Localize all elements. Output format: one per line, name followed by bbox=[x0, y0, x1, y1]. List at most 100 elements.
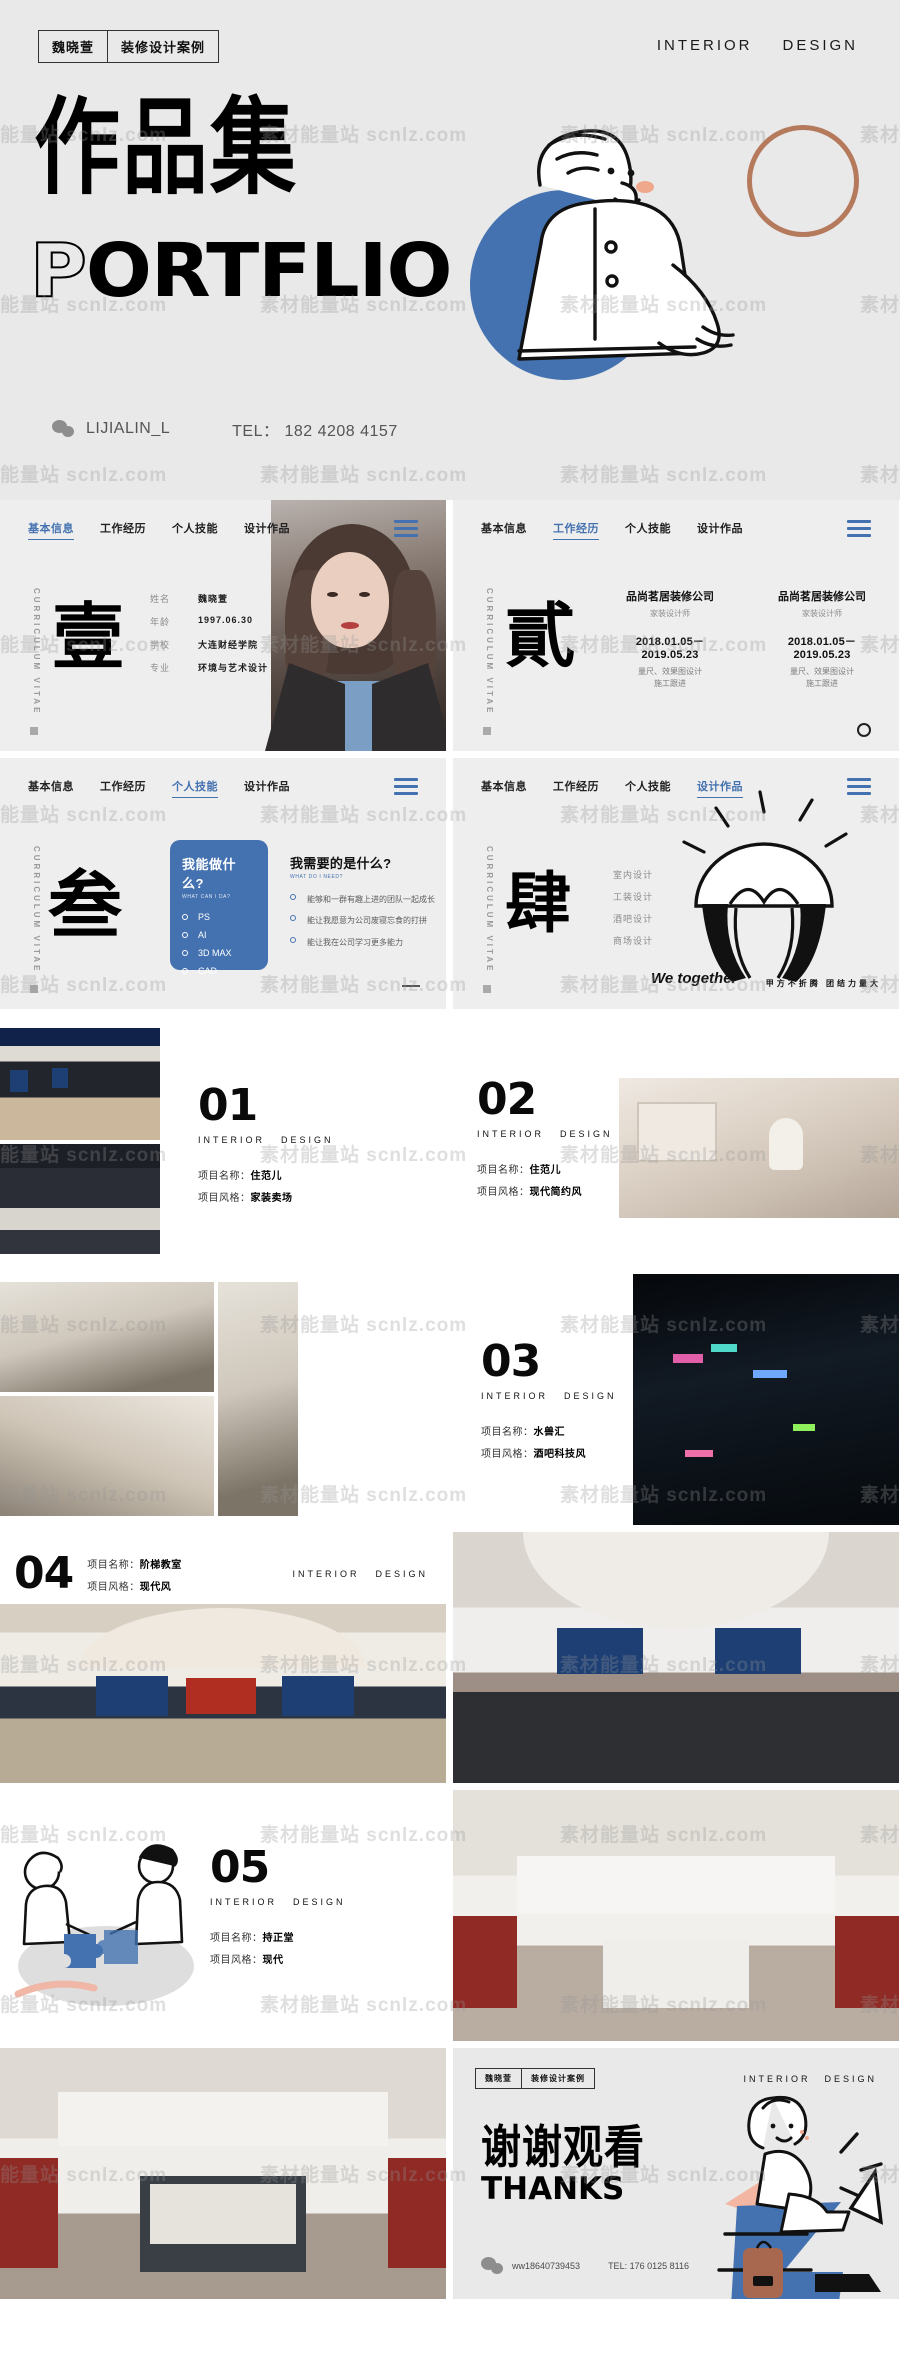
project-number: 03 bbox=[481, 1336, 541, 1387]
slide-basic-info: 基本信息 工作经历 个人技能 设计作品 CURRICULUM VITAE 壹 姓… bbox=[0, 500, 446, 751]
list-item: 能让我愿意为公司废寝忘食的打拼 bbox=[290, 915, 435, 927]
slide-work-experience: 基本信息 工作经历 个人技能 设计作品 CURRICULUM VITAE 貳 品… bbox=[453, 500, 899, 751]
thanks-badge: 魏晓萱 装修设计案例 bbox=[475, 2068, 595, 2089]
nav-item-work[interactable]: 工作经历 bbox=[100, 778, 146, 798]
project-image-9 bbox=[453, 1532, 899, 1783]
nav-item-works[interactable]: 设计作品 bbox=[244, 520, 290, 540]
project-image-2 bbox=[0, 1144, 160, 1254]
wechat-icon bbox=[52, 420, 76, 438]
nav-item-skills[interactable]: 个人技能 bbox=[625, 520, 671, 540]
label-design: DESIGN bbox=[375, 1569, 428, 1579]
project-image-7 bbox=[633, 1274, 899, 1525]
label-interior: INTERIOR bbox=[292, 1569, 360, 1579]
slide-row-6: 05 INTERIOR DESIGN 项目名称：持正堂 项目风格：现代 bbox=[0, 1790, 900, 2048]
hamburger-menu-icon[interactable] bbox=[847, 778, 871, 799]
nav-item-basic-info[interactable]: 基本信息 bbox=[481, 778, 527, 798]
slide-row-1: 基本信息 工作经历 个人技能 设计作品 CURRICULUM VITAE 壹 姓… bbox=[0, 500, 900, 758]
project-image-5 bbox=[0, 1396, 214, 1516]
bullet-icon bbox=[182, 932, 188, 938]
hero-identity: INTERIOR DESIGN bbox=[657, 37, 858, 54]
bullet-icon bbox=[290, 915, 296, 922]
hamburger-menu-icon[interactable] bbox=[394, 520, 418, 541]
slide-skills: 基本信息 工作经历 个人技能 设计作品 CURRICULUM VITAE 叁 我… bbox=[0, 758, 446, 1009]
nav-item-skills[interactable]: 个人技能 bbox=[625, 778, 671, 798]
job-role: 家装设计师 bbox=[802, 609, 842, 618]
nav-item-basic-info[interactable]: 基本信息 bbox=[28, 520, 74, 540]
circle-marker bbox=[857, 723, 871, 737]
slide-nav-basic: 基本信息 工作经历 个人技能 设计作品 bbox=[28, 520, 290, 540]
slide-row-7: 魏晓萱 装修设计案例 INTERIOR DESIGN 谢谢观看 THANKS w… bbox=[0, 2048, 900, 2306]
project-number: 02 bbox=[477, 1074, 537, 1125]
nav-item-works[interactable]: 设计作品 bbox=[244, 778, 290, 798]
list-item: 能够和一群有趣上进的团队一起成长 bbox=[290, 894, 435, 906]
slide-row-2: 基本信息 工作经历 个人技能 设计作品 CURRICULUM VITAE 叁 我… bbox=[0, 758, 900, 1016]
project-image-10 bbox=[453, 1790, 899, 2041]
teamwork-puzzle-illustration bbox=[14, 1844, 194, 2006]
nav-item-work[interactable]: 工作经历 bbox=[100, 520, 146, 540]
project-style-value: 现代 bbox=[262, 1955, 284, 1966]
nav-item-works[interactable]: 设计作品 bbox=[697, 520, 743, 540]
project-id-label: INTERIOR DESIGN bbox=[477, 1129, 613, 1139]
list-item: 能让我在公司学习更多能力 bbox=[290, 936, 435, 949]
square-marker bbox=[30, 985, 38, 993]
project-name-value: 住范儿 bbox=[529, 1165, 561, 1176]
hero-badge-name: 魏晓萱 bbox=[39, 31, 109, 62]
nav-item-skills[interactable]: 个人技能 bbox=[172, 778, 218, 798]
slide-project-02: 02 INTERIOR DESIGN 项目名称：住范儿 项目风格：现代简约风 bbox=[453, 1016, 899, 1267]
list-item: CAD bbox=[182, 966, 256, 976]
slide-row-5: 04 项目名称：阶梯教室 项目风格：现代风 INTERIOR DESIGN bbox=[0, 1532, 900, 1790]
hamburger-menu-icon[interactable] bbox=[847, 520, 871, 541]
slide-row-3: 01 INTERIOR DESIGN 项目名称：住范儿 项目风格：家装卖场 02… bbox=[0, 1016, 900, 1274]
kanji-three: 叁 bbox=[48, 863, 122, 949]
slide-project-05: 05 INTERIOR DESIGN 项目名称：持正堂 项目风格：现代 bbox=[0, 1790, 446, 2041]
hero-wechat: LIJIALIN_L bbox=[52, 420, 170, 438]
project-number: 01 bbox=[198, 1080, 258, 1131]
bullet-icon bbox=[182, 968, 188, 974]
project-name-key: 项目名称： bbox=[210, 1933, 263, 1944]
project-id-label: INTERIOR DESIGN bbox=[198, 1135, 334, 1145]
nav-item-skills[interactable]: 个人技能 bbox=[172, 520, 218, 540]
experience-entry: 品尚茗居装修公司 家装设计师 2018.01.05－2019.05.23 量尺、… bbox=[765, 588, 879, 691]
portfolio-preview-page: 魏晓萱 装修设计案例 INTERIOR DESIGN 作品集 PORTFLIO bbox=[0, 0, 900, 2306]
project-image-8 bbox=[0, 1604, 446, 1783]
nav-item-basic-info[interactable]: 基本信息 bbox=[481, 520, 527, 540]
project-style-row: 项目风格：现代风 bbox=[87, 1578, 182, 1593]
dash-marker bbox=[402, 985, 420, 987]
job-role: 家装设计师 bbox=[650, 609, 690, 618]
project-02-text: 02 INTERIOR DESIGN 项目名称：住范儿 项目风格：现代简约风 bbox=[477, 1078, 613, 1205]
hero-contact: LIJIALIN_L TEL： 182 4208 4157 bbox=[52, 417, 398, 441]
slide-nav-work: 基本信息 工作经历 个人技能 设计作品 bbox=[481, 520, 743, 540]
row-key: 学校 bbox=[150, 640, 171, 650]
project-meta: 项目名称：阶梯教室 项目风格：现代风 bbox=[87, 1556, 182, 1600]
row-key: 年龄 bbox=[150, 617, 171, 627]
hero-title-en: PORTFLIO bbox=[29, 227, 453, 315]
skills-can-do-card: 我能做什么? WHAT CAN I DA? PS AI 3D MAX CAD bbox=[170, 840, 268, 976]
table-row: 年龄 1997.06.30 bbox=[150, 615, 268, 628]
thanks-identity: INTERIOR DESIGN bbox=[743, 2074, 877, 2084]
list-item: 酒吧设计 bbox=[613, 914, 654, 924]
label-interior: INTERIOR bbox=[477, 1129, 545, 1139]
project-style-row: 项目风格：现代简约风 bbox=[477, 1183, 613, 1198]
nav-item-basic-info[interactable]: 基本信息 bbox=[28, 778, 74, 798]
profile-photo bbox=[265, 500, 446, 751]
hamburger-menu-icon[interactable] bbox=[394, 778, 418, 799]
nav-item-work[interactable]: 工作经历 bbox=[553, 520, 599, 540]
list-item: 工装设计 bbox=[613, 892, 654, 902]
nav-item-work[interactable]: 工作经历 bbox=[553, 778, 599, 798]
row-value: 1997.06.30 bbox=[198, 615, 254, 625]
job-desc-1: 量尺、效果图设计 bbox=[638, 667, 702, 676]
project-id-label: INTERIOR DESIGN bbox=[292, 1569, 428, 1579]
row-key: 姓名 bbox=[150, 594, 171, 604]
hero-badge: 魏晓萱 装修设计案例 bbox=[38, 30, 220, 63]
company-name: 品尚茗居装修公司 bbox=[626, 591, 714, 603]
project-01-text: 01 INTERIOR DESIGN 项目名称：住范儿 项目风格：家装卖场 bbox=[198, 1084, 334, 1211]
table-row: 专业 环境与艺术设计 bbox=[150, 661, 268, 674]
thanks-wechat-id: ww18640739453 bbox=[512, 2261, 581, 2271]
basic-info-table: 姓名 魏晓萱 年龄 1997.06.30 学校 大连财经学院 专业 环境与艺术设计 bbox=[150, 592, 268, 684]
need-label: 能让我愿意为公司废寝忘食的打拼 bbox=[307, 916, 427, 926]
bullet-icon bbox=[182, 950, 188, 956]
job-desc-2: 施工跟进 bbox=[654, 679, 686, 689]
skill-label: 3D MAX bbox=[198, 948, 232, 958]
vertical-cv-label: CURRICULUM VITAE bbox=[485, 588, 494, 716]
nav-item-works[interactable]: 设计作品 bbox=[697, 778, 743, 798]
